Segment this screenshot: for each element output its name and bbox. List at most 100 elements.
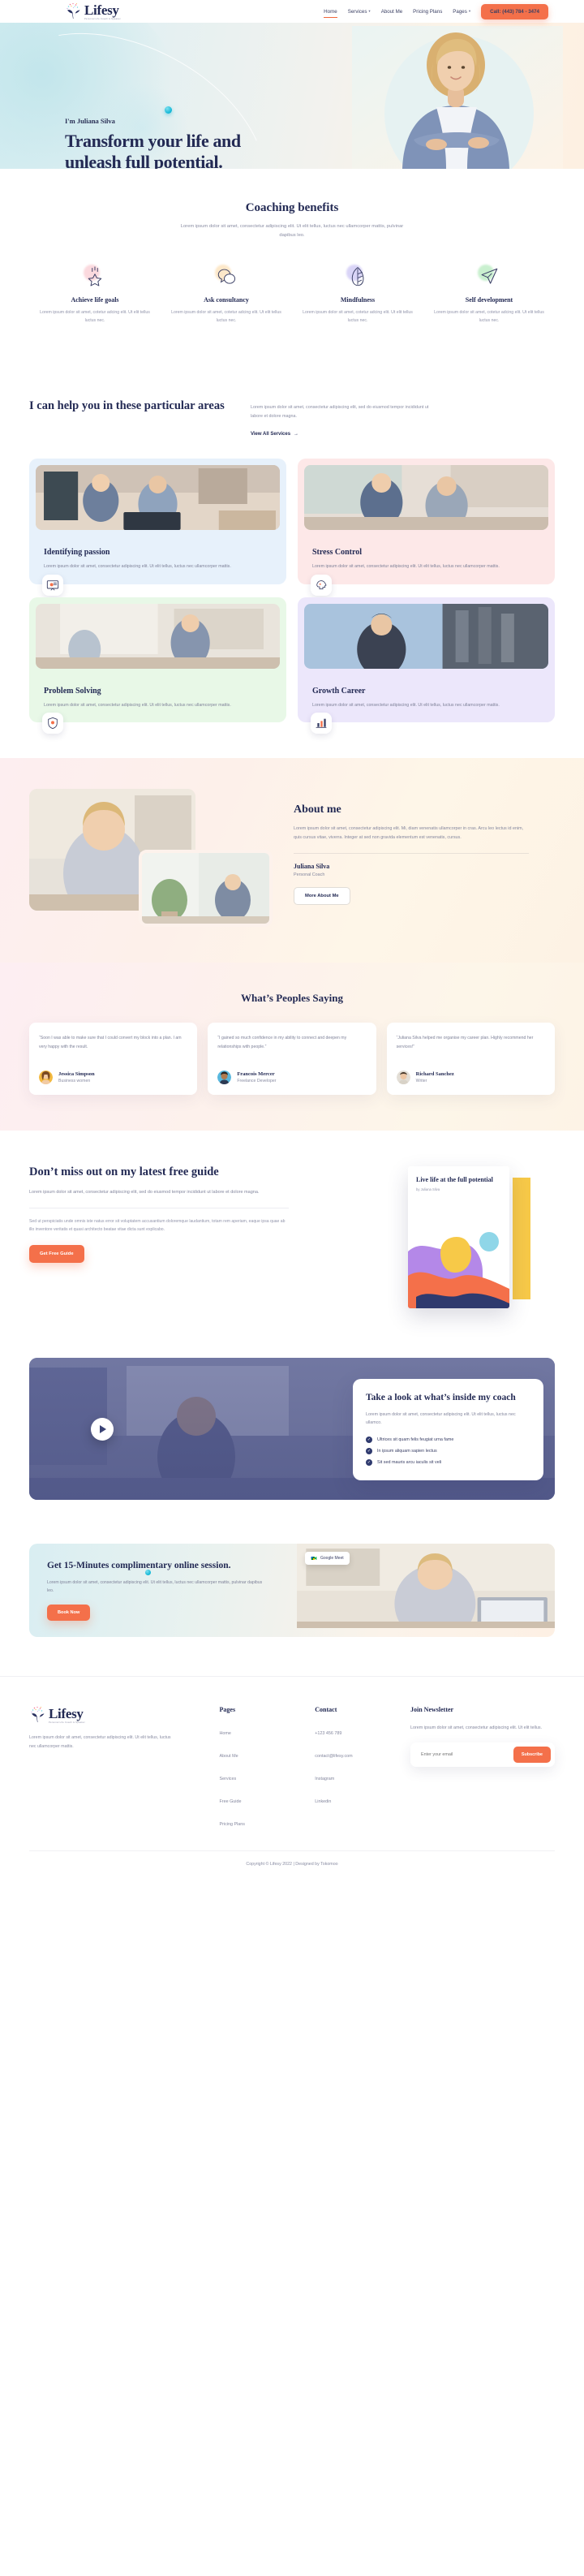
hero-section: I'm Juliana Silva Transform your life an…: [0, 23, 584, 169]
areas-title: I can help you in these particular areas: [29, 398, 225, 412]
footer-link-home[interactable]: Home: [220, 1731, 231, 1736]
newsletter-form: Subscribe: [410, 1742, 555, 1767]
subscribe-button[interactable]: Subscribe: [513, 1746, 551, 1763]
chart-icon: [316, 718, 327, 728]
nav-label: Services: [347, 8, 367, 15]
newsletter-text: Lorem ipsum dolor sit amet, consectetur …: [410, 1725, 543, 1731]
about-media: [29, 789, 273, 928]
benefit-title: Achieve life goals: [71, 296, 119, 304]
about-paragraph: Lorem ipsum dolor sit amet, consectetur …: [294, 826, 524, 841]
logo-bird-icon: [65, 2, 83, 20]
newsletter-email-input[interactable]: [414, 1751, 513, 1757]
service-card-stress-control[interactable]: Stress Control Lorem ipsum dolor sit ame…: [298, 459, 555, 596]
footer-linkedin[interactable]: Linkedin: [315, 1799, 331, 1804]
book-subtitle: by Juliana Silva: [416, 1187, 440, 1192]
footer-about-text: Lorem ipsum dolor sit amet, consectetur …: [29, 1735, 171, 1749]
footer-phone[interactable]: +123 456 789: [315, 1731, 341, 1736]
view-all-services-link[interactable]: View All Services →: [251, 432, 298, 437]
footer-column-title: Contact: [315, 1706, 337, 1714]
footer-link-about-me[interactable]: About Me: [220, 1754, 238, 1759]
card-body: Problem Solving Lorem ipsum dolor sit am…: [36, 669, 280, 709]
card-title: Growth Career: [312, 686, 366, 696]
benefit-ask-consultancy[interactable]: Ask consultancy Lorem ipsum dolor sit am…: [161, 263, 292, 325]
benefit-text: Lorem ipsum dolor sit amet, cotetur adci…: [434, 310, 544, 324]
cta-content: Get 15-Minutes complimentary online sess…: [29, 1544, 297, 1637]
footer-pages-column: Pages Home About Me Services Free Guide …: [220, 1706, 316, 1829]
card-body: Identifying passion Lorem ipsum dolor si…: [36, 530, 280, 571]
card-title: Problem Solving: [44, 686, 101, 696]
book-now-button[interactable]: Book Now: [47, 1605, 91, 1622]
nav-label: Home: [324, 8, 337, 15]
footer-brand: Lifesy Personal Life Coach & Speaker Lor…: [29, 1706, 220, 1829]
footer-link-services[interactable]: Services: [220, 1777, 237, 1781]
nav-item-home[interactable]: Home: [324, 8, 337, 18]
footer-logo[interactable]: Lifesy Personal Life Coach & Speaker: [29, 1706, 220, 1724]
site-footer: Lifesy Personal Life Coach & Speaker Lor…: [0, 1676, 584, 1878]
hero-portrait-image: [352, 26, 563, 169]
get-free-guide-button[interactable]: Get Free Guide: [29, 1244, 84, 1263]
service-card-problem-solving[interactable]: Problem Solving Lorem ipsum dolor sit am…: [29, 597, 286, 734]
testimonial-role: Freelance Developer: [237, 1079, 277, 1084]
card-image: [304, 603, 548, 669]
footer-instagram[interactable]: Instagram: [315, 1777, 334, 1781]
video-checklist: ✓ Ultrices sit quam felis feugiat urna f…: [366, 1436, 530, 1466]
hero-content: I'm Juliana Silva Transform your life an…: [65, 117, 288, 169]
avatar: [39, 1070, 53, 1085]
areas-intro: Lorem ipsum dolor sit amet, consectetur …: [251, 398, 437, 440]
benefits-grid: Achieve life goals Lorem ipsum dolor sit…: [29, 263, 555, 325]
footer-link-pricing-plans[interactable]: Pricing Plans: [220, 1822, 245, 1827]
card-text: Lorem ipsum dolor sit amet, consectetur …: [312, 702, 500, 708]
video-player[interactable]: Take a look at what’s inside my coach Lo…: [29, 1358, 555, 1501]
cta-banner: Get 15-Minutes complimentary online sess…: [29, 1544, 555, 1638]
nav-item-services[interactable]: Services ▾: [348, 9, 371, 15]
testimonial-name: Jessica Simpson: [58, 1071, 95, 1078]
head-icon: [316, 579, 327, 589]
link-label: View All Services: [251, 432, 291, 437]
play-button[interactable]: [91, 1417, 114, 1441]
service-card-growth-career[interactable]: Growth Career Lorem ipsum dolor sit amet…: [298, 597, 555, 734]
card-badge: [42, 574, 63, 596]
page-root: Lifesy Personal Life Coach & Speaker Hom…: [0, 0, 584, 1878]
card-title: Identifying passion: [44, 548, 110, 558]
card-body: Stress Control Lorem ipsum dolor sit ame…: [304, 530, 548, 571]
benefit-self-development[interactable]: Self development Lorem ipsum dolor sit a…: [423, 263, 555, 325]
card-text: Lorem ipsum dolor sit amet, consectetur …: [44, 702, 231, 708]
main-navigation: Home Services ▾ About Me Pricing Plans Pa…: [324, 3, 548, 19]
benefit-achieve-life-goals[interactable]: Achieve life goals Lorem ipsum dolor sit…: [29, 263, 161, 325]
guide-lead: Lorem ipsum dolor sit amet, consectetur …: [29, 1189, 260, 1195]
testimonials-title: What’s Peoples Saying: [241, 992, 343, 1005]
list-item: contact@lifesy.com: [315, 1747, 410, 1761]
book-title: Live life at the full potential: [416, 1176, 493, 1184]
plane-icon: [481, 268, 498, 284]
avatar: [217, 1070, 232, 1085]
more-about-me-button[interactable]: More About Me: [294, 887, 350, 906]
nav-label: Pages: [453, 8, 467, 15]
coaching-benefits-section: Coaching benefits Lorem ipsum dolor sit …: [0, 169, 584, 369]
footer-contact-column: Contact +123 456 789 contact@lifesy.com …: [315, 1706, 410, 1829]
testimonial-person: Jessica Simpson Business women: [39, 1070, 187, 1085]
footer-logo-wordmark: Lifesy: [49, 1706, 84, 1722]
footer-email[interactable]: contact@lifesy.com: [315, 1754, 352, 1759]
logo[interactable]: Lifesy Personal Life Coach & Speaker: [65, 2, 121, 20]
nav-item-about-me[interactable]: About Me: [381, 9, 402, 15]
cta-image: Google Meet: [297, 1544, 555, 1638]
benefit-mindfulness[interactable]: Mindfulness Lorem ipsum dolor sit amet, …: [292, 263, 423, 325]
footer-column-title: Join Newsletter: [410, 1706, 454, 1714]
service-card-identifying-passion[interactable]: Identifying passion Lorem ipsum dolor si…: [29, 459, 286, 596]
book-cover: Live life at the full potential by Julia…: [408, 1166, 509, 1309]
testimonial-name: Richard Sanchez: [415, 1071, 454, 1078]
service-cards-grid: Identifying passion Lorem ipsum dolor si…: [29, 459, 555, 734]
call-cta-button[interactable]: Call: (443) 784 - 3474: [481, 3, 548, 19]
testimonial-card: “Juliana Silva helped me organise my car…: [386, 1023, 555, 1096]
guide-title: Don’t miss out on my latest free guide: [29, 1165, 219, 1179]
nav-item-pricing-plans[interactable]: Pricing Plans: [413, 9, 442, 15]
google-meet-badge: Google Meet: [305, 1552, 350, 1566]
testimonial-card: “I gained so much confidence in my abili…: [208, 1023, 376, 1096]
check-circle-icon: ✓: [366, 1436, 372, 1443]
chevron-down-icon: ▾: [368, 9, 371, 13]
teal-dot-decoration: [165, 106, 172, 114]
logo-bird-icon: [29, 1706, 47, 1724]
nav-item-pages[interactable]: Pages ▾: [453, 9, 470, 15]
testimonial-quote: “Soon I was able to make sure that I cou…: [39, 1036, 182, 1049]
footer-link-free-guide[interactable]: Free Guide: [220, 1799, 242, 1804]
